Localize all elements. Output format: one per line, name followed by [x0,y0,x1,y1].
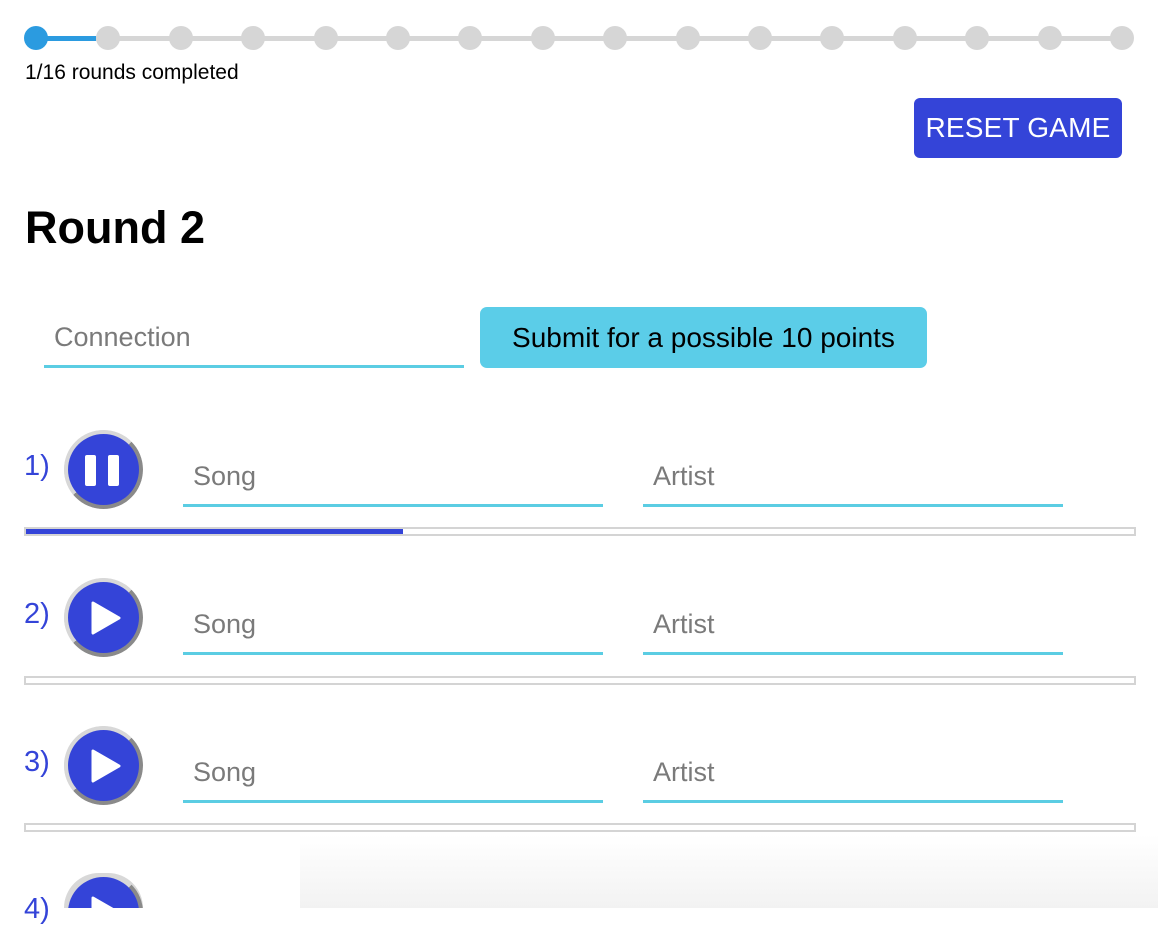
round-step-dot [241,26,266,50]
round-step-dot [603,26,628,50]
track-number: 4) [24,893,50,925]
page-title: Round 2 [25,202,205,253]
play-icon [91,896,114,908]
play-button[interactable] [64,873,143,908]
artist-input[interactable] [643,745,1063,803]
song-input[interactable] [183,745,603,803]
submit-connection-button[interactable]: Submit for a possible 10 points [480,307,927,368]
round-step-dot [168,26,193,50]
round-step-dot [24,26,48,50]
round-step-dot [965,26,990,50]
round-step-dot [675,26,700,50]
track-number: 2) [24,598,50,630]
round-step-dot [96,26,121,50]
track-number: 3) [24,746,50,778]
play-icon [91,749,121,783]
play-button[interactable] [64,578,143,657]
play-icon [91,601,121,635]
track-number: 1) [24,450,50,482]
round-step-dot [1037,26,1062,50]
pause-icon [85,455,119,486]
round-progress-stepper [24,26,1134,50]
round-step-dot [1110,26,1134,50]
rounds-completed-text: 1/16 rounds completed [25,61,239,84]
play-button[interactable] [64,726,143,805]
song-input[interactable] [183,449,603,507]
pause-button[interactable] [64,430,143,509]
round-step-dot [892,26,917,50]
artist-input[interactable] [643,449,1063,507]
audio-progress-fill [26,529,403,534]
round-step-dot [386,26,410,50]
audio-progress-bar[interactable] [24,676,1136,685]
connection-input[interactable] [44,310,464,368]
audio-progress-bar[interactable] [24,527,1136,536]
round-step-dot [820,26,845,50]
round-step-dot [313,26,338,50]
round-step-dot [530,26,555,50]
stepper-track [36,36,1122,41]
song-input[interactable] [183,597,603,655]
audio-progress-bar[interactable] [24,823,1136,832]
reset-game-button[interactable]: RESET GAME [914,98,1122,158]
scroll-fade [300,835,1158,908]
round-step-dot [748,26,772,50]
artist-input[interactable] [643,597,1063,655]
round-step-dot [458,26,483,50]
